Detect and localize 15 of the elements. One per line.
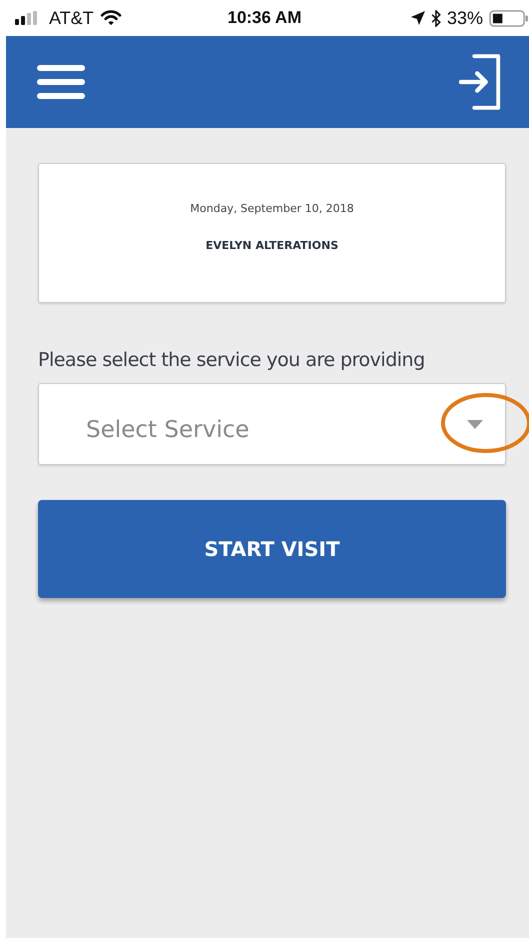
sign-in-icon[interactable]: [459, 53, 503, 111]
clock-time: 10:36 AM: [227, 8, 302, 28]
start-visit-button[interactable]: START VISIT: [38, 500, 506, 598]
service-prompt: Please select the service you are providing: [38, 349, 426, 371]
battery-percent: 33%: [446, 8, 483, 28]
wifi-icon: [100, 10, 122, 26]
service-select[interactable]: Select Service: [38, 383, 506, 465]
carrier-name: AT&T: [49, 8, 94, 28]
visit-date: Monday, September 10, 2018: [190, 202, 354, 215]
bluetooth-icon: [430, 10, 441, 26]
menu-icon[interactable]: [36, 62, 86, 102]
caret-icon: [467, 420, 483, 428]
location-icon: [410, 11, 425, 25]
battery-icon: [489, 10, 529, 26]
client-name: EVELYN ALTERATIONS: [206, 239, 338, 252]
